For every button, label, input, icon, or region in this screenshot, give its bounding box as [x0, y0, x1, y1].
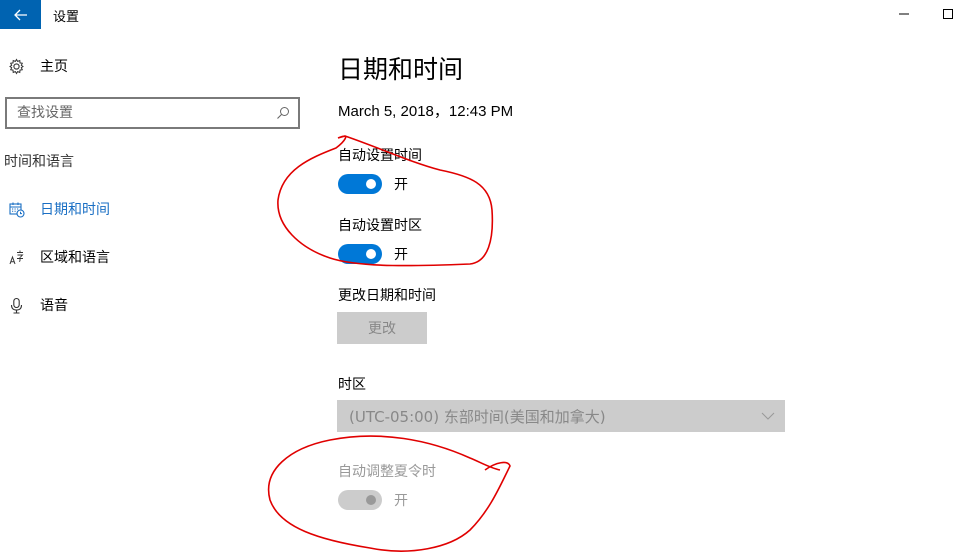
language-icon: [9, 250, 24, 264]
timezone-selected-value: (UTC-05:00) 东部时间(美国和加拿大): [349, 407, 606, 426]
minimize-icon: [899, 13, 909, 15]
timezone-dropdown[interactable]: (UTC-05:00) 东部时间(美国和加拿大): [337, 400, 785, 432]
timezone-label: 时区: [338, 377, 366, 393]
sidebar-item-region-language[interactable]: 区域和语言: [8, 245, 110, 269]
app-title: 设置: [53, 10, 80, 25]
maximize-icon: [943, 9, 953, 19]
dst-label: 自动调整夏令时: [338, 464, 436, 480]
minimize-button[interactable]: [892, 4, 916, 24]
change-datetime-label: 更改日期和时间: [338, 288, 436, 304]
arrow-left-icon: [13, 9, 27, 20]
calendar-clock-icon: [9, 202, 25, 218]
chevron-down-icon: [761, 412, 775, 420]
back-button[interactable]: [0, 0, 41, 29]
maximize-button[interactable]: [936, 4, 960, 24]
nav-home-label: 主页: [40, 59, 68, 75]
gear-icon: [9, 58, 24, 74]
nav-home[interactable]: 主页: [8, 54, 68, 78]
dst-toggle[interactable]: 开: [338, 490, 408, 510]
page-title: 日期和时间: [338, 55, 464, 84]
sidebar-item-date-time[interactable]: 日期和时间: [8, 197, 110, 221]
section-title: 时间和语言: [4, 154, 74, 170]
title-bar: 设置: [0, 0, 976, 30]
microphone-icon: [10, 297, 23, 314]
toggle-switch[interactable]: [338, 490, 382, 510]
current-datetime: March 5, 2018，12:43 PM: [338, 103, 514, 120]
auto-timezone-toggle[interactable]: 开: [338, 244, 408, 264]
toggle-switch[interactable]: [338, 174, 382, 194]
sidebar-item-label: 语音: [40, 298, 68, 314]
search-icon[interactable]: [276, 106, 290, 120]
toggle-state: 开: [394, 247, 408, 263]
toggle-state: 开: [394, 177, 408, 193]
sidebar-item-label: 日期和时间: [40, 202, 110, 218]
search-input[interactable]: [17, 105, 276, 121]
change-datetime-button[interactable]: 更改: [337, 312, 427, 344]
toggle-switch[interactable]: [338, 244, 382, 264]
annotation-overlay: [267, 135, 511, 552]
toggle-knob: [366, 179, 376, 189]
search-box[interactable]: [5, 97, 300, 129]
auto-time-toggle[interactable]: 开: [338, 174, 408, 194]
sidebar-item-label: 区域和语言: [40, 250, 110, 266]
auto-time-label: 自动设置时间: [338, 148, 422, 164]
toggle-knob: [366, 249, 376, 259]
sidebar-item-speech[interactable]: 语音: [8, 293, 68, 317]
toggle-state: 开: [394, 493, 408, 509]
toggle-knob: [366, 495, 376, 505]
auto-timezone-label: 自动设置时区: [338, 218, 422, 234]
